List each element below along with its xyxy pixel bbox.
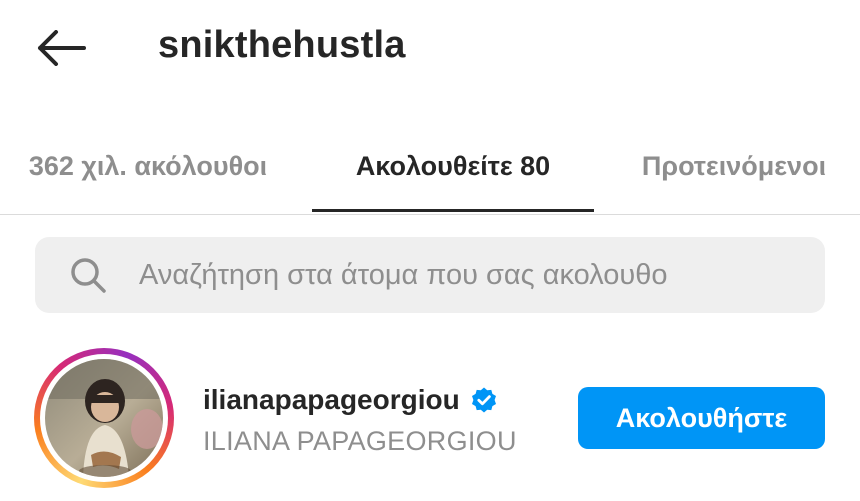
- avatar: [45, 359, 163, 477]
- list-item[interactable]: ilianapapageorgiou ILIANA PAPAGEORGIOU Α…: [0, 340, 860, 501]
- tab-followers[interactable]: 362 χιλ. ακόλουθοι: [0, 120, 296, 212]
- top-bar: snikthehustla: [0, 0, 860, 100]
- tab-following[interactable]: Ακολουθείτε 80: [312, 120, 594, 212]
- profile-username-title: snikthehustla: [158, 24, 406, 66]
- arrow-left-icon: [38, 30, 86, 66]
- search-input[interactable]: [139, 237, 819, 313]
- search-icon: [71, 258, 106, 293]
- story-ring[interactable]: [34, 348, 174, 488]
- search-bar[interactable]: [35, 237, 825, 313]
- active-tab-indicator: [312, 209, 594, 212]
- username-line: ilianapapageorgiou: [203, 384, 498, 416]
- username[interactable]: ilianapapageorgiou: [203, 384, 460, 416]
- full-name: ILIANA PAPAGEORGIOU: [203, 426, 517, 456]
- follow-tabs: 362 χιλ. ακόλουθοι Ακολουθείτε 80 Προτει…: [0, 120, 860, 215]
- verified-badge-icon: [471, 387, 496, 413]
- follow-button[interactable]: Ακολουθήστε: [578, 387, 825, 449]
- back-button[interactable]: [30, 22, 92, 74]
- tab-suggested[interactable]: Προτεινόμενοι: [608, 120, 860, 212]
